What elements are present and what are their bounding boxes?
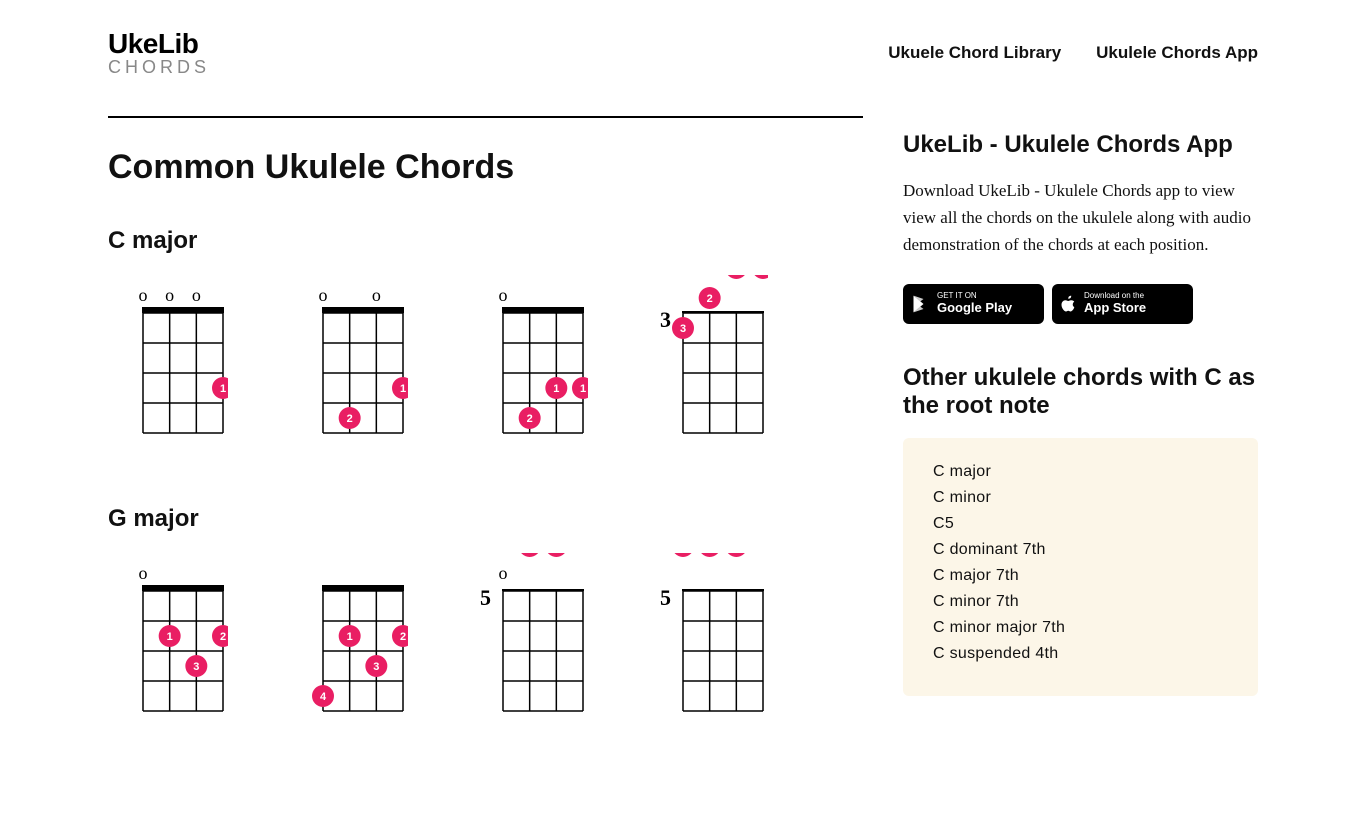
chord-list-item[interactable]: C minor major 7th	[933, 619, 1228, 637]
chord-diagram: o 1 3 2	[108, 553, 228, 733]
chord-diagram: o o 2 1	[288, 275, 408, 455]
chord-diagram: ooo1	[108, 275, 228, 455]
svg-text:5: 5	[480, 585, 491, 610]
svg-text:o: o	[499, 563, 508, 583]
svg-text:1: 1	[167, 631, 173, 643]
divider	[108, 116, 863, 118]
main-content: Common Ukulele Chords C major ooo1oo21o2…	[108, 116, 863, 783]
chord-list-item[interactable]: C minor	[933, 489, 1228, 507]
svg-text:2: 2	[400, 631, 406, 643]
chord-list-item[interactable]: C5	[933, 515, 1228, 533]
chord-diagram: 52341	[648, 553, 768, 733]
logo-bottom: CHORDS	[108, 58, 210, 76]
sidebar-app-desc: Download UkeLib - Ukulele Chords app to …	[903, 177, 1258, 259]
svg-text:2: 2	[347, 413, 353, 425]
chord-row-g: o 1 3 2 4 1 3 2 5o341 52341	[108, 553, 863, 733]
svg-text:o: o	[319, 285, 328, 305]
svg-text:o: o	[372, 285, 381, 305]
chord-list-item[interactable]: C major 7th	[933, 567, 1228, 585]
svg-text:o: o	[139, 285, 148, 305]
svg-text:1: 1	[220, 383, 226, 395]
google-big: Google Play	[937, 301, 1012, 315]
app-store-button[interactable]: Download on the App Store	[1052, 284, 1193, 324]
store-buttons: GET IT ON Google Play Download on the Ap…	[903, 284, 1258, 324]
chord-diagram: o 2 1 1	[468, 275, 588, 455]
svg-text:2: 2	[527, 413, 533, 425]
logo-top: UkeLib	[108, 30, 210, 58]
top-nav: Ukuele Chord Library Ukulele Chords App	[888, 43, 1258, 63]
svg-text:o: o	[499, 285, 508, 305]
svg-text:3: 3	[193, 661, 199, 673]
svg-text:o: o	[192, 285, 201, 305]
apple-icon	[1060, 293, 1078, 315]
chord-diagram: 33211	[648, 275, 768, 455]
sidebar-other-title: Other ukulele chords with C as the root …	[903, 364, 1258, 420]
sidebar: UkeLib - Ukulele Chords App Download Uke…	[903, 116, 1258, 696]
svg-text:1: 1	[580, 383, 586, 395]
svg-text:o: o	[165, 285, 174, 305]
chord-diagram: 4 1 3 2	[288, 553, 408, 733]
svg-text:o: o	[139, 563, 148, 583]
google-play-button[interactable]: GET IT ON Google Play	[903, 284, 1044, 324]
page-title: Common Ukulele Chords	[108, 148, 863, 187]
chord-diagram: 5o341	[468, 553, 588, 733]
chord-heading-c: C major	[108, 227, 863, 255]
apple-big: App Store	[1084, 301, 1146, 315]
logo[interactable]: UkeLib CHORDS	[108, 30, 210, 76]
nav-library[interactable]: Ukuele Chord Library	[888, 43, 1061, 63]
svg-text:3: 3	[680, 323, 686, 335]
svg-text:3: 3	[660, 307, 671, 332]
chord-list-item[interactable]: C dominant 7th	[933, 541, 1228, 559]
chord-list-item[interactable]: C minor 7th	[933, 593, 1228, 611]
svg-text:2: 2	[707, 293, 713, 305]
svg-text:1: 1	[553, 383, 559, 395]
svg-text:1: 1	[347, 631, 353, 643]
chord-row-c: ooo1oo21o21133211	[108, 275, 863, 455]
nav-app[interactable]: Ukulele Chords App	[1096, 43, 1258, 63]
svg-text:3: 3	[373, 661, 379, 673]
chord-heading-g: G major	[108, 505, 863, 533]
chord-list-box: C major C minor C5 C dominant 7th C major 7t…	[903, 438, 1258, 696]
chord-list-item[interactable]: C major	[933, 463, 1228, 481]
svg-text:2: 2	[220, 631, 226, 643]
svg-text:1: 1	[400, 383, 406, 395]
svg-text:4: 4	[320, 691, 327, 703]
svg-text:5: 5	[660, 585, 671, 610]
sidebar-app-title: UkeLib - Ukulele Chords App	[903, 131, 1258, 159]
chord-list-item[interactable]: C suspended 4th	[933, 645, 1228, 663]
google-play-icon	[911, 293, 931, 315]
